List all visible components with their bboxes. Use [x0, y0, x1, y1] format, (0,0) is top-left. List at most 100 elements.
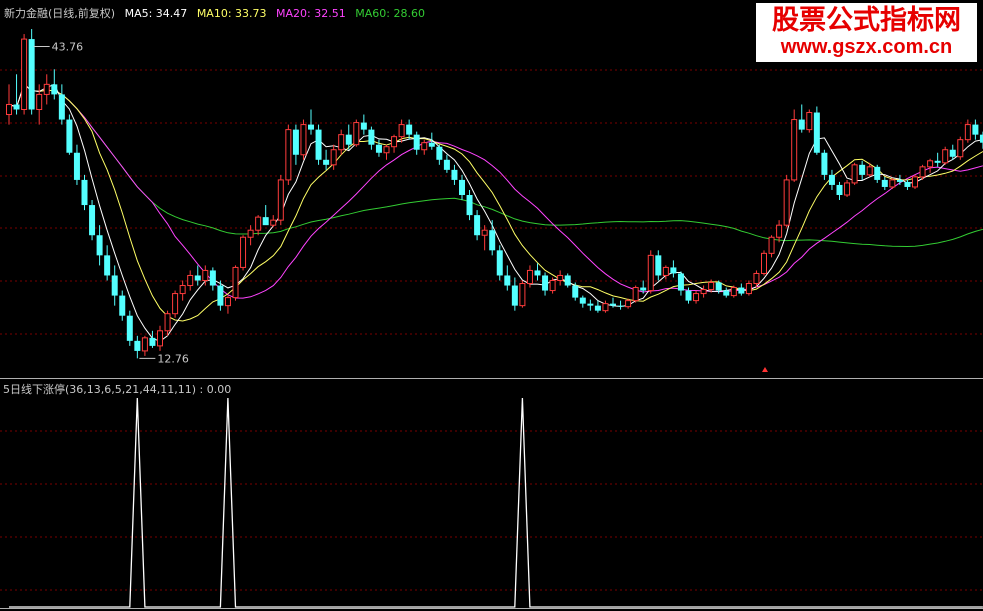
candle-body — [51, 84, 58, 95]
candle-body — [58, 94, 65, 120]
candle-body — [942, 149, 949, 164]
candle-body — [247, 229, 254, 238]
candle-body — [964, 124, 971, 141]
candle-body — [240, 236, 247, 268]
signal-marker-icon — [762, 367, 768, 372]
candle-body — [496, 250, 503, 276]
candle-body — [889, 179, 896, 188]
candle-body — [511, 285, 518, 306]
candle-body — [104, 255, 111, 276]
candle-body — [579, 297, 586, 304]
candle-body — [761, 252, 767, 274]
candle-body — [300, 124, 307, 156]
candle-body — [851, 164, 858, 184]
candle-body — [896, 179, 903, 182]
candle-body — [391, 136, 398, 148]
watermark-url: www.gszx.com.cn — [780, 36, 953, 58]
candle-body — [526, 269, 533, 285]
candle-body — [949, 149, 956, 157]
candle-body — [66, 119, 73, 153]
candle-body — [481, 229, 488, 236]
candle-body — [164, 313, 171, 332]
candle-body — [693, 293, 700, 302]
ma60-line — [8, 83, 983, 248]
candle-body — [519, 283, 526, 307]
candle-body — [413, 134, 420, 150]
indicator-label: 5日线下涨停(36,13,6,5,21,44,11,11) : 0.00 — [3, 383, 232, 396]
candle-body — [836, 184, 843, 195]
candle-body — [866, 166, 873, 176]
candle-body — [6, 103, 12, 116]
candle-body — [715, 282, 722, 291]
high-price-label: 43.76 — [52, 41, 84, 54]
candle-body — [187, 274, 194, 287]
indicator-line — [9, 397, 983, 608]
candle-body — [632, 287, 639, 302]
candle-body — [647, 254, 654, 292]
candle-body — [534, 270, 541, 276]
candle-body — [617, 305, 624, 307]
candle-body — [708, 282, 715, 291]
candle-body — [21, 38, 28, 110]
candle-body — [610, 303, 616, 306]
candle-body — [277, 179, 284, 221]
candle-body — [549, 280, 556, 292]
legend-ma60: MA60: 28.60 — [355, 7, 425, 20]
candle-body — [255, 216, 262, 231]
candle-body — [791, 119, 798, 181]
candle-body — [73, 152, 80, 180]
candle-body — [179, 285, 186, 295]
candle-body — [89, 205, 96, 236]
legend-ma10: MA10: 33.73 — [196, 7, 267, 20]
candle-body — [504, 275, 511, 286]
candle-body — [13, 104, 20, 110]
candle-body — [194, 275, 201, 281]
candle-body — [323, 159, 330, 165]
candle-body — [383, 146, 390, 154]
candle-body — [662, 266, 669, 276]
legend-ma20: MA20: 32.51 — [276, 7, 346, 20]
candle-body — [436, 146, 443, 160]
candle-body — [564, 275, 571, 286]
candle-body — [308, 124, 314, 130]
watermark: 股票公式指标网 www.gszx.com.cn — [756, 3, 977, 62]
candle-body — [217, 285, 224, 306]
candle-body — [28, 39, 35, 110]
candle-body — [670, 267, 677, 274]
candle-body — [934, 160, 941, 163]
candle-body — [443, 159, 450, 170]
candle-body — [353, 122, 360, 146]
candle-body — [36, 93, 43, 111]
candle-body — [315, 129, 322, 160]
candle-body — [96, 235, 103, 256]
candle-body — [957, 139, 964, 158]
candle-body — [368, 129, 375, 145]
candle-body — [459, 179, 465, 195]
candle-body — [262, 217, 269, 226]
candle-body — [134, 340, 141, 351]
candle-body — [43, 83, 50, 95]
candle-body — [738, 287, 745, 294]
candle-body — [345, 134, 352, 145]
candle-body — [428, 142, 435, 147]
candle-body — [542, 275, 549, 291]
candle-body — [821, 152, 828, 175]
candle-body — [745, 283, 752, 295]
candle-body — [625, 300, 632, 308]
candle-body — [798, 119, 805, 130]
candle-body — [972, 124, 979, 135]
candle-body — [360, 122, 367, 130]
candle-body — [81, 179, 88, 206]
candle-body — [421, 142, 428, 151]
candle-body — [723, 290, 730, 296]
ma10-line — [8, 83, 983, 322]
candle-body — [119, 295, 126, 316]
candle-body — [224, 297, 231, 307]
legend-ma5: MA5: 34.47 — [124, 7, 188, 20]
candle-body — [730, 287, 737, 297]
candle-body — [398, 124, 405, 138]
candle-body — [874, 166, 881, 180]
candle-body — [572, 285, 579, 298]
chart-canvas: 43.76 12.76 — [0, 29, 983, 609]
candle-body — [451, 169, 458, 180]
